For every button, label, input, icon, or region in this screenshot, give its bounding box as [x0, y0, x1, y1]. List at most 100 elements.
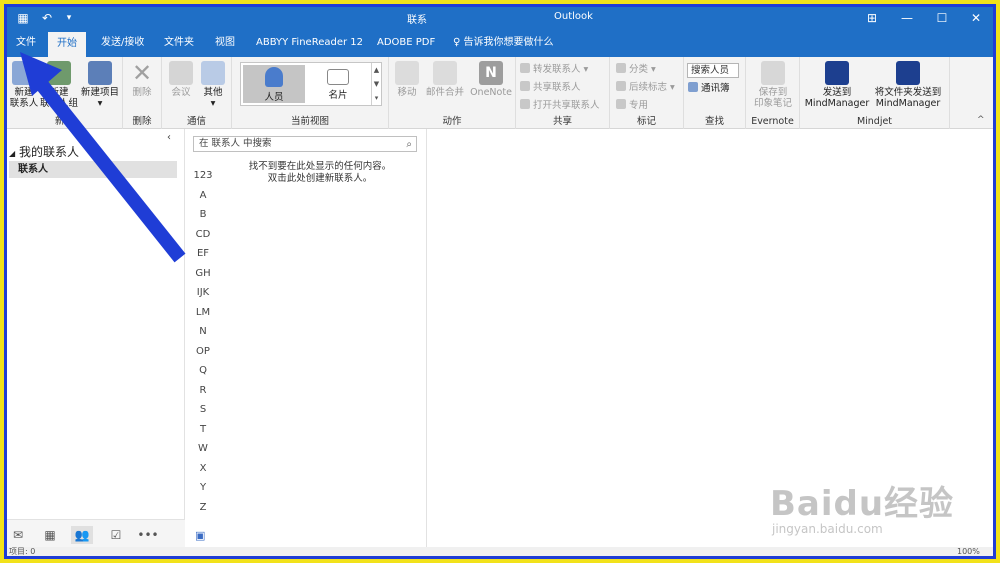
more-button[interactable]: 其他 ▾ [198, 61, 228, 109]
minimize-icon[interactable]: — [890, 7, 924, 29]
categorize-button[interactable]: 分类 ▾ [616, 63, 656, 77]
collapse-pane-icon[interactable]: ‹ [167, 132, 171, 143]
view-gallery-scroll[interactable]: ▲ ▼ ▾ [371, 63, 381, 105]
watermark-logo-text: Baidu经验 [770, 484, 955, 524]
save-to-evernote-button[interactable]: 保存到 印象笔记 [750, 61, 796, 109]
index-letter[interactable]: EF [191, 248, 215, 259]
ribbon-display-icon[interactable]: ⊞ [855, 7, 889, 29]
group-mindjet: 发送到 MindManager 将文件夹发送到 MindManager Mind… [800, 57, 950, 129]
send-to-mindmanager-button[interactable]: 发送到 MindManager [804, 61, 870, 109]
collapse-ribbon-icon[interactable]: ^ [977, 115, 985, 125]
new-items-button[interactable]: 新建项目 ▾ [79, 61, 121, 109]
tab-adobe-pdf[interactable]: ADOBE PDF [368, 29, 444, 57]
group-label-evernote: Evernote [751, 116, 794, 127]
maximize-icon[interactable]: ☐ [925, 7, 959, 29]
window-app-title: Outlook [554, 11, 593, 22]
folder-contacts[interactable]: 联系人 [9, 161, 177, 178]
tab-abbyy[interactable]: ABBYY FineReader 12 [247, 29, 372, 57]
tell-me-box[interactable]: ♀ 告诉我你想要做什么 [453, 29, 554, 57]
mail-icon[interactable]: ✉ [7, 526, 29, 544]
delete-button[interactable]: ✕ 删除 [127, 61, 157, 98]
share-icon [520, 81, 530, 91]
calendar-icon[interactable]: ▦ [15, 10, 31, 26]
chevron-down-icon: ▾ [210, 98, 216, 109]
search-icon[interactable]: ⌕ [406, 138, 412, 152]
index-letter[interactable]: S [191, 404, 215, 415]
ribbon-tabs: 文件 开始 发送/接收 文件夹 视图 ABBYY FineReader 12 A… [7, 29, 993, 57]
index-letter[interactable]: W [191, 443, 215, 454]
group-label-new: 新建 [54, 116, 74, 127]
follow-up-button[interactable]: 后续标志 ▾ [616, 81, 675, 95]
people-icon[interactable]: 👥 [71, 526, 93, 544]
index-letter[interactable]: 123 [191, 170, 215, 181]
index-letter[interactable]: GH [191, 268, 215, 279]
new-contact-group-button[interactable]: 新建 联系人组 [37, 61, 81, 109]
tasks-icon[interactable]: ☑ [105, 526, 127, 544]
tab-view[interactable]: 视图 [206, 29, 244, 57]
empty-list-message[interactable]: 找不到要在此处显示的任何内容。 双击此处创建新联系人。 [225, 161, 415, 185]
business-card-icon [327, 69, 349, 85]
contact-search-input[interactable]: 在 联系人 中搜索 ⌕ [193, 136, 417, 152]
group-new: 新建 联系人 新建 联系人组 新建项目 ▾ 新建 [7, 57, 123, 129]
mindmanager-folder-icon [896, 61, 920, 85]
my-contacts-root[interactable]: ◢ 我的联系人 [9, 143, 79, 160]
group-label-share: 共享 [552, 116, 572, 127]
index-letter[interactable]: Y [191, 482, 215, 493]
index-letter[interactable]: B [191, 209, 215, 220]
undo-icon[interactable]: ↶ [39, 10, 55, 26]
share-contacts-button[interactable]: 共享联系人 [520, 81, 581, 95]
group-share: 转发联系人 ▾ 共享联系人 打开共享联系人 共享 [516, 57, 610, 129]
open-shared-icon [520, 99, 530, 109]
index-letter[interactable]: CD [191, 229, 215, 240]
index-letter[interactable]: R [191, 385, 215, 396]
open-shared-contacts-button[interactable]: 打开共享联系人 [520, 99, 600, 113]
index-letter[interactable]: LM [191, 307, 215, 318]
private-button[interactable]: 专用 [616, 99, 648, 113]
send-folder-to-mindmanager-button[interactable]: 将文件夹发送到 MindManager [872, 61, 944, 109]
title-bar: ▦ ↶ ▾ 联系 Outlook ⊞ — ☐ ✕ [7, 7, 993, 29]
view-people[interactable]: 人员 [243, 65, 305, 103]
contact-list-pane: 在 联系人 中搜索 ⌕ 找不到要在此处显示的任何内容。 双击此处创建新联系人。 … [185, 129, 427, 556]
flag-icon [616, 81, 626, 91]
address-book-button[interactable]: 通讯簿 [688, 82, 730, 96]
index-letter[interactable]: T [191, 424, 215, 435]
forward-icon [520, 63, 530, 73]
group-actions: 移动 邮件合并 N OneNote 动作 [389, 57, 516, 129]
group-label-communicate: 通信 [186, 116, 206, 127]
more-icon[interactable]: ••• [137, 526, 159, 544]
view-gallery: 人员 名片 ▲ ▼ ▾ [240, 62, 382, 106]
evernote-icon [761, 61, 785, 85]
calendar-icon[interactable]: ▦ [39, 526, 61, 544]
index-letter[interactable]: Z [191, 502, 215, 513]
tab-file[interactable]: 文件 [7, 29, 45, 57]
index-letter[interactable]: OP [191, 346, 215, 357]
index-letter[interactable]: IJK [191, 287, 215, 298]
group-current-view: 人员 名片 ▲ ▼ ▾ 当前视图 [232, 57, 389, 129]
index-letter[interactable]: Q [191, 365, 215, 376]
index-letter[interactable]: A [191, 190, 215, 201]
onenote-button[interactable]: N OneNote [469, 61, 513, 98]
group-label-tags: 标记 [636, 116, 656, 127]
group-tags: 分类 ▾ 后续标志 ▾ 专用 标记 [610, 57, 684, 129]
tab-folder[interactable]: 文件夹 [155, 29, 203, 57]
view-business-card[interactable]: 名片 [307, 65, 369, 103]
forward-contact-button[interactable]: 转发联系人 ▾ [520, 63, 588, 77]
group-label-delete: 删除 [132, 116, 152, 127]
mail-merge-button[interactable]: 邮件合并 [423, 61, 467, 98]
baidu-watermark: Baidu经验 jingyan.baidu.com [760, 470, 980, 550]
index-letter[interactable]: X [191, 463, 215, 474]
item-count: 项目: 0 [9, 547, 36, 556]
close-icon[interactable]: ✕ [959, 7, 993, 29]
new-contact-button[interactable]: 新建 联系人 [9, 61, 39, 109]
lock-icon [616, 99, 626, 109]
chevron-down-icon: ▾ [97, 98, 103, 109]
index-letter[interactable]: N [191, 326, 215, 337]
contact-group-icon [47, 61, 71, 85]
meeting-button[interactable]: 会议 [166, 61, 196, 98]
customize-icon[interactable]: ▾ [61, 10, 77, 26]
address-card-icon[interactable]: ▣ [195, 529, 205, 542]
tab-send-receive[interactable]: 发送/接收 [92, 29, 153, 57]
tab-home[interactable]: 开始 [48, 32, 86, 57]
move-button[interactable]: 移动 [393, 61, 421, 98]
search-people-input[interactable]: 搜索人员 [687, 63, 739, 78]
